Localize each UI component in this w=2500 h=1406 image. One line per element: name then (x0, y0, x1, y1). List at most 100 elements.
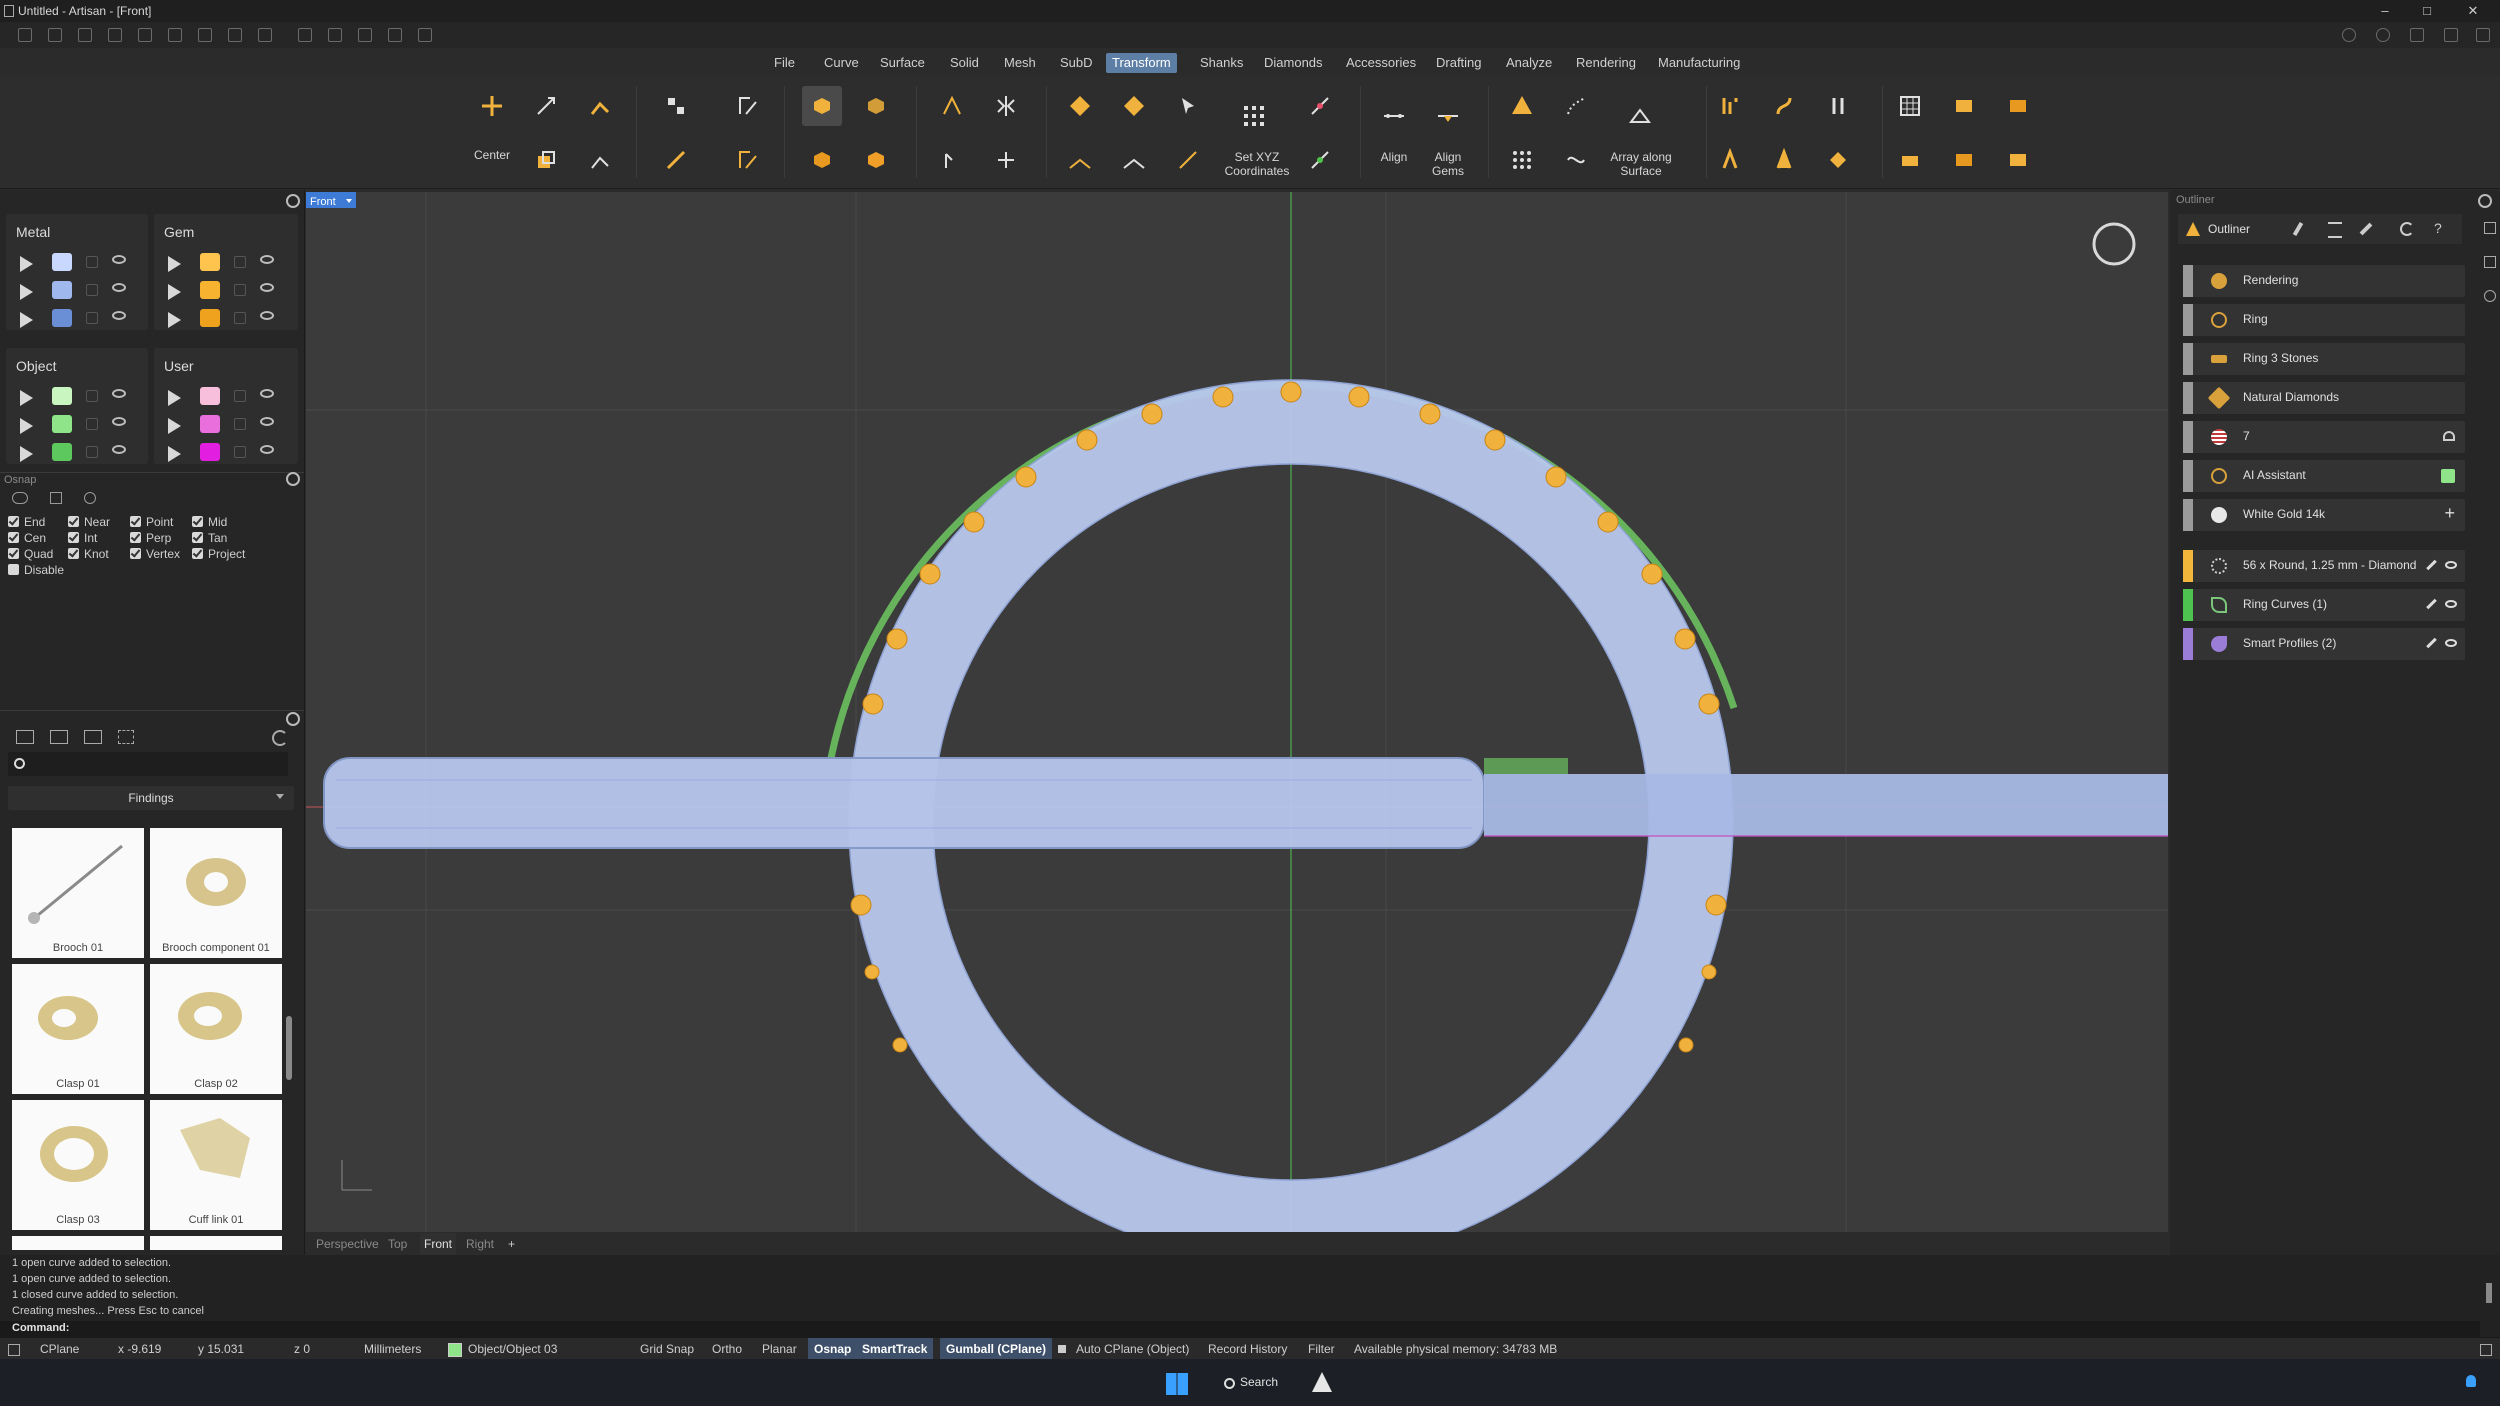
outliner-row-ring-3-stones[interactable]: Ring 3 Stones (2183, 343, 2465, 375)
new-file-icon[interactable] (18, 28, 32, 42)
outliner-row-ring-curves[interactable]: Ring Curves (1) (2183, 589, 2465, 621)
align-points-2-button[interactable] (1300, 140, 1340, 180)
tab-perspective[interactable]: Perspective (316, 1233, 379, 1255)
chevron-down-icon[interactable] (346, 199, 353, 203)
osnap-reset-icon[interactable] (84, 492, 96, 504)
bend-button[interactable] (1710, 86, 1750, 126)
outliner-row-size[interactable]: 7 (2183, 421, 2465, 453)
gem-on-surface-button[interactable] (1114, 86, 1154, 126)
library-item[interactable]: Clasp 02 (150, 964, 282, 1094)
gem-row[interactable] (168, 308, 288, 332)
twist-button[interactable] (1764, 86, 1804, 126)
library-item[interactable]: Cuff link 01 (150, 1100, 282, 1230)
eye-icon[interactable] (260, 445, 274, 454)
eye-icon[interactable] (112, 283, 126, 292)
place-gem-button[interactable] (1060, 86, 1100, 126)
menu-drafting[interactable]: Drafting (1430, 53, 1488, 73)
osnap-end[interactable]: End (8, 514, 45, 530)
object-swatch-2[interactable] (52, 415, 72, 433)
right-panel-settings-icon[interactable] (2478, 194, 2492, 208)
outliner-row-smart-profiles[interactable]: Smart Profiles (2) (2183, 628, 2465, 660)
menu-analyze[interactable]: Analyze (1500, 53, 1558, 73)
units-label[interactable]: Millimeters (364, 1338, 421, 1360)
move-button[interactable] (526, 86, 566, 126)
object-row[interactable] (20, 414, 140, 438)
rect-array-button[interactable] (1502, 140, 1542, 180)
menu-curve[interactable]: Curve (818, 53, 865, 73)
close-button[interactable]: ✕ (2456, 0, 2490, 22)
gem-swatch-2[interactable] (200, 281, 220, 299)
object-swatch-3[interactable] (52, 443, 72, 461)
lock-icon[interactable] (234, 390, 246, 402)
lock-icon[interactable] (86, 256, 98, 268)
library-folder-icon[interactable] (16, 730, 34, 744)
open-recent-icon[interactable] (108, 28, 122, 42)
view-label-badge[interactable]: Front (306, 192, 357, 208)
minimize-button[interactable]: – (2368, 0, 2402, 22)
eye-icon[interactable] (2445, 600, 2457, 608)
taskbar-search[interactable]: Search (1210, 1369, 1286, 1397)
refresh-icon[interactable] (2400, 222, 2414, 236)
play-icon[interactable] (20, 256, 33, 272)
pencil-icon[interactable] (2426, 637, 2437, 649)
menu-solid[interactable]: Solid (944, 53, 985, 73)
notification-icon[interactable] (2466, 1375, 2476, 1387)
copy-button[interactable] (526, 140, 566, 180)
export-icon[interactable] (298, 28, 312, 42)
library-item[interactable] (150, 1236, 282, 1250)
user-icon[interactable] (2476, 28, 2490, 42)
scale-button[interactable] (656, 86, 696, 126)
menu-diamonds[interactable]: Diamonds (1258, 53, 1329, 73)
eye-icon[interactable] (260, 311, 274, 320)
lock-icon[interactable] (86, 284, 98, 296)
object-row[interactable] (20, 386, 140, 410)
gem-swatch-1[interactable] (200, 253, 220, 271)
tab-top[interactable]: Top (388, 1233, 407, 1255)
settings-icon[interactable] (418, 28, 432, 42)
user-row[interactable] (168, 414, 288, 438)
tab-outliner-icon[interactable] (2484, 222, 2496, 234)
library-item[interactable]: Clasp 01 (12, 964, 144, 1094)
metal-row[interactable] (20, 280, 140, 304)
library-item[interactable]: Brooch component 01 (150, 828, 282, 958)
mirror-button[interactable] (728, 86, 768, 126)
library-item[interactable]: Brooch 01 (12, 828, 144, 958)
outliner-row-ring[interactable]: Ring (2183, 304, 2465, 336)
gem-swatch-3[interactable] (200, 309, 220, 327)
osnap-project[interactable]: Project (192, 546, 245, 562)
eye-icon[interactable] (260, 255, 274, 264)
eye-icon[interactable] (260, 417, 274, 426)
layer-color-swatch[interactable] (448, 1343, 462, 1357)
play-icon[interactable] (20, 312, 33, 328)
morph-button[interactable] (1944, 86, 1984, 126)
eye-icon[interactable] (2445, 561, 2457, 569)
user-row[interactable] (168, 386, 288, 410)
ortho-toggle[interactable]: Ortho (712, 1338, 742, 1360)
gem-row-button[interactable] (1060, 140, 1100, 180)
user-swatch-2[interactable] (200, 415, 220, 433)
play-icon[interactable] (168, 256, 181, 272)
osnap-tan[interactable]: Tan (192, 530, 227, 546)
pencil-icon[interactable] (2426, 559, 2437, 571)
library-item[interactable]: Clasp 03 (12, 1100, 144, 1230)
gem-row[interactable] (168, 252, 288, 276)
tab-front[interactable]: Front (420, 1233, 457, 1255)
osnap-disable[interactable]: Disable (8, 562, 64, 578)
menu-shanks[interactable]: Shanks (1194, 53, 1249, 73)
filter-toggle[interactable]: Filter (1308, 1338, 1335, 1360)
auto-cplane-toggle[interactable]: Auto CPlane (Object) (1076, 1338, 1189, 1360)
eye-icon[interactable] (2445, 639, 2457, 647)
flow-button[interactable] (986, 140, 1026, 180)
tab-layers-icon[interactable] (2484, 256, 2496, 268)
boolean-button[interactable] (802, 86, 842, 126)
library-search-box[interactable] (8, 752, 288, 776)
osnap-settings-icon[interactable] (286, 472, 300, 486)
metal-row[interactable] (20, 252, 140, 276)
scale-2d-button[interactable] (656, 140, 696, 180)
pick-gem-button[interactable] (1168, 86, 1208, 126)
osnap-quad[interactable]: Quad (8, 546, 53, 562)
gem-path-button[interactable] (1168, 140, 1208, 180)
metal-swatch-1[interactable] (52, 253, 72, 271)
help-icon[interactable]: ? (2434, 220, 2442, 236)
add-icon[interactable]: + (2444, 503, 2455, 524)
